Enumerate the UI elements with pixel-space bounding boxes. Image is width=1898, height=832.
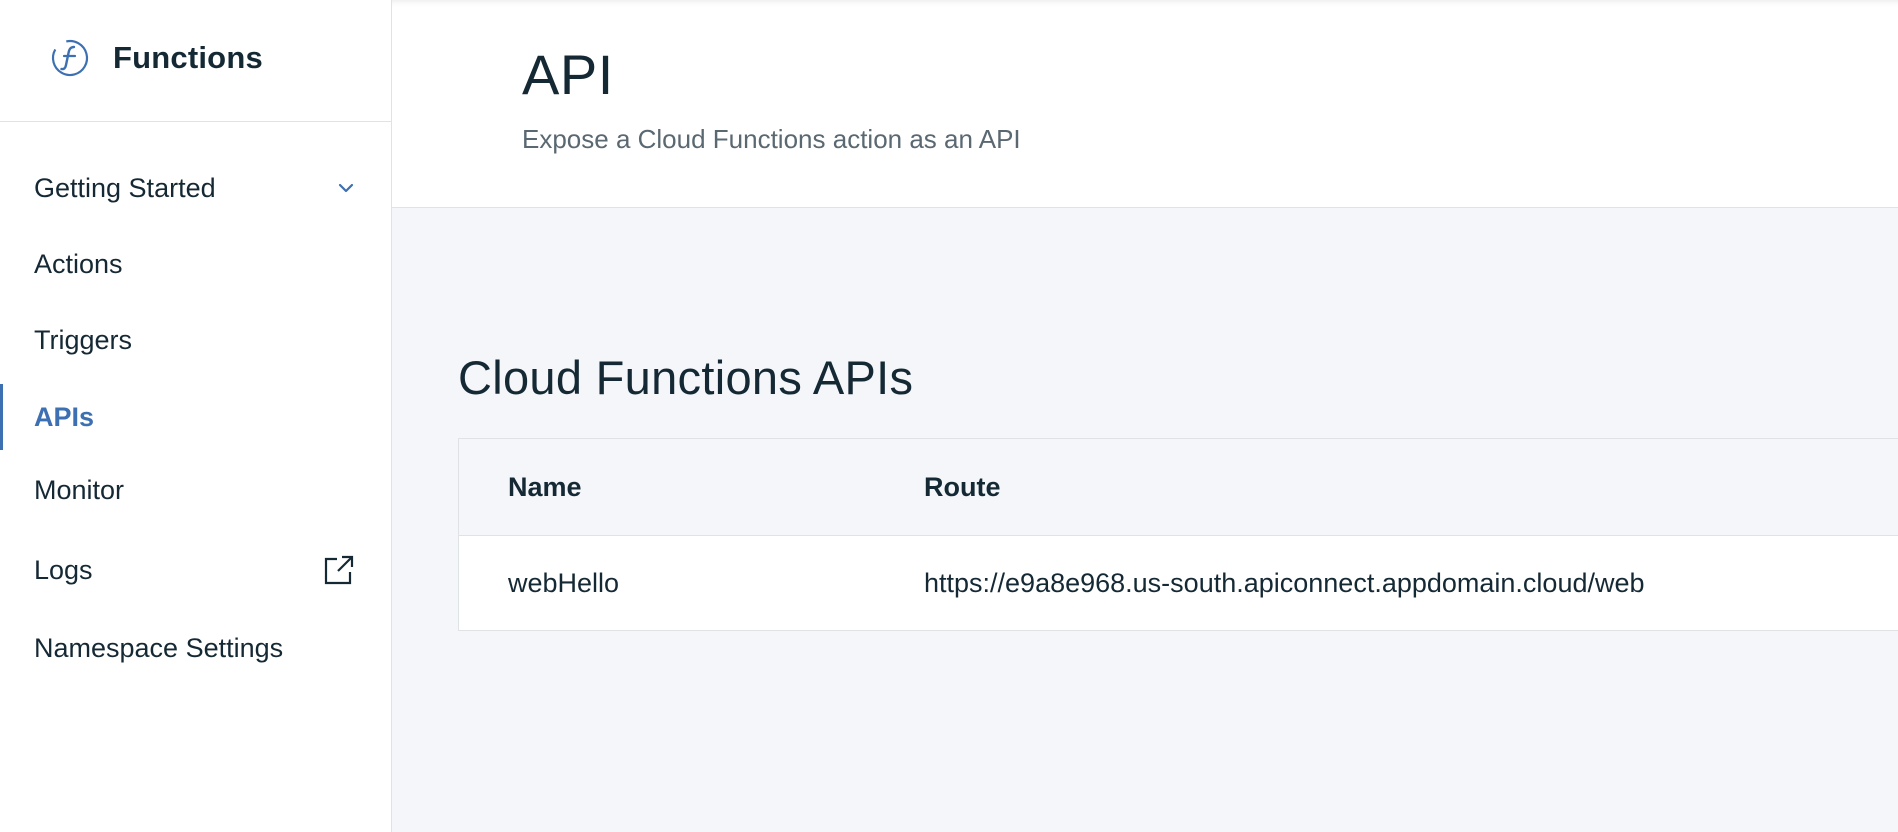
column-header-name[interactable]: Name <box>508 439 582 535</box>
sidebar-item-label: Actions <box>34 248 123 279</box>
sidebar-item-logs[interactable]: Logs <box>0 540 391 600</box>
sidebar-item-label: Logs <box>34 554 93 585</box>
section-title: Cloud Functions APIs <box>458 351 914 404</box>
sidebar-item-label: APIs <box>34 401 95 432</box>
sidebar-title: Functions <box>113 39 263 75</box>
sidebar-item-label: Triggers <box>34 324 133 355</box>
page-subtitle: Expose a Cloud Functions action as an AP… <box>522 124 1021 154</box>
column-header-route[interactable]: Route <box>924 439 1001 535</box>
page-title: API <box>522 43 614 106</box>
apis-table: Name Route webHello https://e9a8e968.us-… <box>458 438 1898 631</box>
sidebar-item-triggers[interactable]: Triggers <box>0 310 391 370</box>
table-row[interactable]: webHello https://e9a8e968.us-south.apico… <box>459 536 1898 630</box>
app-window: Functions Getting Started Actions Trigge… <box>0 0 1898 832</box>
table-header: Name Route <box>459 439 1898 536</box>
sidebar-item-monitor[interactable]: Monitor <box>0 460 391 520</box>
api-route-cell[interactable]: https://e9a8e968.us-south.apiconnect.app… <box>924 536 1645 630</box>
functions-logo-icon <box>50 38 90 78</box>
sidebar-brand: Functions <box>0 0 391 122</box>
external-link-icon[interactable] <box>323 554 355 586</box>
sidebar-item-namespace-settings[interactable]: Namespace Settings <box>0 618 391 678</box>
sidebar-item-label: Monitor <box>34 474 125 505</box>
sidebar-item-apis[interactable]: APIs <box>0 384 391 450</box>
page-header: API Expose a Cloud Functions action as a… <box>392 0 1898 208</box>
sidebar-item-getting-started[interactable]: Getting Started <box>0 158 391 218</box>
sidebar-item-label: Namespace Settings <box>34 632 284 663</box>
main-content: API Expose a Cloud Functions action as a… <box>392 0 1898 832</box>
sidebar-item-label: Getting Started <box>34 172 216 203</box>
sidebar: Functions Getting Started Actions Trigge… <box>0 0 392 832</box>
api-name-cell[interactable]: webHello <box>508 536 619 630</box>
sidebar-item-actions[interactable]: Actions <box>0 234 391 294</box>
chevron-down-icon[interactable] <box>337 182 355 194</box>
